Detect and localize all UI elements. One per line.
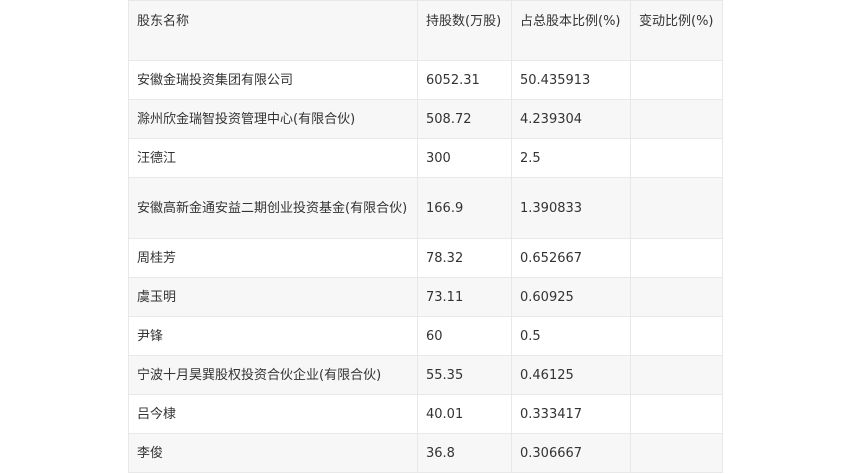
cell-name: 李俊 xyxy=(128,433,418,473)
table-header: 股东名称 持股数(万股) 占总股本比例(%) 变动比例(%) xyxy=(128,0,723,61)
header-shares: 持股数(万股) xyxy=(417,0,512,61)
cell-ratio: 0.46125 xyxy=(511,355,631,395)
cell-ratio: 0.5 xyxy=(511,316,631,356)
cell-shares: 36.8 xyxy=(417,433,512,473)
table-body: 安徽金瑞投资集团有限公司 6052.31 50.435913 滁州欣金瑞智投资管… xyxy=(128,60,723,473)
cell-ratio: 0.306667 xyxy=(511,433,631,473)
cell-change xyxy=(630,238,723,278)
cell-shares: 55.35 xyxy=(417,355,512,395)
table-row: 尹锋 60 0.5 xyxy=(128,316,723,356)
cell-ratio: 2.5 xyxy=(511,138,631,178)
cell-ratio: 50.435913 xyxy=(511,60,631,100)
table-row: 吕今棣 40.01 0.333417 xyxy=(128,394,723,434)
cell-change xyxy=(630,177,723,239)
cell-name: 安徽金瑞投资集团有限公司 xyxy=(128,60,418,100)
cell-change xyxy=(630,316,723,356)
cell-shares: 166.9 xyxy=(417,177,512,239)
cell-name: 周桂芳 xyxy=(128,238,418,278)
cell-shares: 508.72 xyxy=(417,99,512,139)
cell-name: 滁州欣金瑞智投资管理中心(有限合伙) xyxy=(128,99,418,139)
cell-change xyxy=(630,60,723,100)
cell-change xyxy=(630,99,723,139)
cell-change xyxy=(630,433,723,473)
cell-name: 尹锋 xyxy=(128,316,418,356)
cell-ratio: 0.60925 xyxy=(511,277,631,317)
shareholder-table: 股东名称 持股数(万股) 占总股本比例(%) 变动比例(%) 安徽金瑞投资集团有… xyxy=(128,0,723,473)
table-row: 安徽金瑞投资集团有限公司 6052.31 50.435913 xyxy=(128,60,723,100)
table-row: 虞玉明 73.11 0.60925 xyxy=(128,277,723,317)
cell-name: 宁波十月昊巽股权投资合伙企业(有限合伙) xyxy=(128,355,418,395)
table-row: 李俊 36.8 0.306667 xyxy=(128,433,723,473)
table-row: 安徽高新金通安益二期创业投资基金(有限合伙) 166.9 1.390833 xyxy=(128,177,723,239)
cell-change xyxy=(630,138,723,178)
header-change: 变动比例(%) xyxy=(630,0,723,61)
table-row: 汪德江 300 2.5 xyxy=(128,138,723,178)
cell-change xyxy=(630,277,723,317)
cell-shares: 60 xyxy=(417,316,512,356)
table-row: 周桂芳 78.32 0.652667 xyxy=(128,238,723,278)
table-row: 滁州欣金瑞智投资管理中心(有限合伙) 508.72 4.239304 xyxy=(128,99,723,139)
cell-name: 安徽高新金通安益二期创业投资基金(有限合伙) xyxy=(128,177,418,239)
cell-name: 虞玉明 xyxy=(128,277,418,317)
cell-change xyxy=(630,355,723,395)
header-ratio: 占总股本比例(%) xyxy=(511,0,631,61)
header-shareholder-name: 股东名称 xyxy=(128,0,418,61)
cell-name: 吕今棣 xyxy=(128,394,418,434)
cell-ratio: 1.390833 xyxy=(511,177,631,239)
header-row: 股东名称 持股数(万股) 占总股本比例(%) 变动比例(%) xyxy=(128,0,723,61)
cell-ratio: 0.652667 xyxy=(511,238,631,278)
cell-shares: 6052.31 xyxy=(417,60,512,100)
cell-shares: 300 xyxy=(417,138,512,178)
cell-shares: 73.11 xyxy=(417,277,512,317)
cell-change xyxy=(630,394,723,434)
shareholder-table-container: 股东名称 持股数(万股) 占总股本比例(%) 变动比例(%) 安徽金瑞投资集团有… xyxy=(128,0,723,473)
cell-name: 汪德江 xyxy=(128,138,418,178)
cell-shares: 78.32 xyxy=(417,238,512,278)
cell-ratio: 4.239304 xyxy=(511,99,631,139)
cell-ratio: 0.333417 xyxy=(511,394,631,434)
table-row: 宁波十月昊巽股权投资合伙企业(有限合伙) 55.35 0.46125 xyxy=(128,355,723,395)
cell-shares: 40.01 xyxy=(417,394,512,434)
